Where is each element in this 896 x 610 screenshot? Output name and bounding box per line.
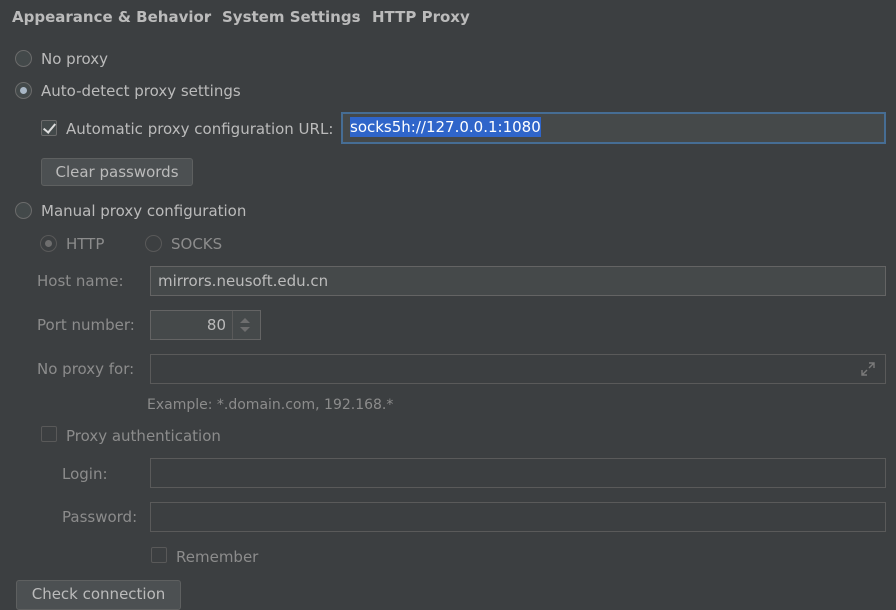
no-proxy-label[interactable]: No proxy: [41, 50, 108, 68]
host-name-label: Host name:: [37, 272, 124, 290]
chevron-right-icon: ›: [355, 9, 361, 24]
port-number-stepper[interactable]: 80: [150, 310, 261, 340]
auto-config-url-checkbox[interactable]: [41, 120, 57, 136]
auto-config-url-input[interactable]: socks5h://127.0.0.1:1080: [341, 112, 886, 144]
arrow-down-icon[interactable]: [240, 327, 250, 332]
no-proxy-radio[interactable]: [15, 50, 32, 67]
remember-label[interactable]: Remember: [176, 548, 258, 566]
http-radio[interactable]: [40, 235, 57, 252]
arrow-up-icon[interactable]: [240, 318, 250, 323]
breadcrumb-item-appearance[interactable]: Appearance & Behavior: [12, 8, 211, 26]
auto-detect-label[interactable]: Auto-detect proxy settings: [41, 82, 241, 100]
breadcrumb: Appearance & Behavior › System Settings …: [12, 8, 492, 26]
no-proxy-for-input[interactable]: [150, 354, 886, 384]
port-number-value[interactable]: 80: [207, 311, 226, 339]
auto-config-url-value: socks5h://127.0.0.1:1080: [350, 117, 541, 137]
auto-detect-radio[interactable]: [15, 82, 32, 99]
breadcrumb-item-system-settings[interactable]: System Settings: [222, 8, 361, 26]
socks-label[interactable]: SOCKS: [171, 235, 222, 253]
proxy-auth-label[interactable]: Proxy authentication: [66, 427, 221, 445]
password-input[interactable]: [150, 502, 886, 532]
expand-icon[interactable]: [860, 361, 876, 377]
login-input[interactable]: [150, 458, 886, 488]
breadcrumb-item-http-proxy: HTTP Proxy: [372, 8, 470, 26]
no-proxy-for-label: No proxy for:: [37, 360, 135, 378]
chevron-right-icon: ›: [205, 9, 211, 24]
socks-radio[interactable]: [145, 235, 162, 252]
auto-config-url-label[interactable]: Automatic proxy configuration URL:: [66, 120, 333, 138]
clear-passwords-button[interactable]: Clear passwords: [41, 158, 193, 186]
host-name-input[interactable]: mirrors.neusoft.edu.cn: [150, 266, 886, 296]
port-number-label: Port number:: [37, 316, 135, 334]
login-label: Login:: [62, 465, 108, 483]
http-label[interactable]: HTTP: [66, 235, 104, 253]
port-spinner-arrows[interactable]: [232, 311, 260, 339]
proxy-auth-checkbox[interactable]: [41, 426, 57, 442]
remember-checkbox[interactable]: [151, 547, 167, 563]
password-label: Password:: [62, 508, 138, 526]
manual-proxy-radio[interactable]: [15, 202, 32, 219]
manual-proxy-label[interactable]: Manual proxy configuration: [41, 202, 246, 220]
no-proxy-example-hint: Example: *.domain.com, 192.168.*: [147, 397, 394, 413]
